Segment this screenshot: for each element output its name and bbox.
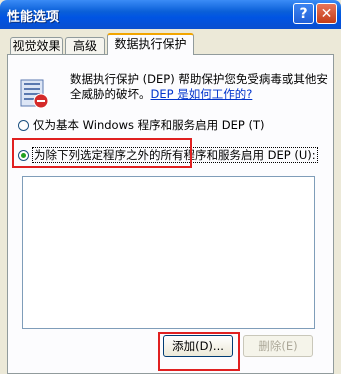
highlight-box-add: [158, 332, 240, 371]
window-title: 性能选项: [7, 10, 60, 25]
radio-essential-circle[interactable]: [18, 120, 29, 131]
close-button[interactable]: ✕: [316, 3, 337, 24]
highlight-box-option: [12, 138, 192, 168]
help-button[interactable]: ?: [293, 3, 314, 24]
tab-dep[interactable]: 数据执行保护: [107, 33, 194, 55]
dep-help-link[interactable]: DEP 是如何工作的?: [151, 87, 253, 101]
tab-visual-effects[interactable]: 视觉效果: [10, 37, 63, 54]
radio-essential-only[interactable]: 仅为基本 Windows 程序和服务启用 DEP (T): [18, 117, 265, 133]
dep-shield-icon: [20, 79, 49, 109]
title-bar: 性能选项 ? ✕: [0, 0, 341, 29]
dep-description: 数据执行保护 (DEP) 帮助保护您免受病毒或其他安全威胁的破坏。DEP 是如何…: [70, 72, 328, 102]
tab-advanced[interactable]: 高级: [65, 37, 105, 54]
radio-essential-label: 仅为基本 Windows 程序和服务启用 DEP (T): [33, 118, 265, 132]
remove-button[interactable]: 删除(E): [243, 335, 313, 357]
program-exception-list[interactable]: [22, 176, 315, 329]
